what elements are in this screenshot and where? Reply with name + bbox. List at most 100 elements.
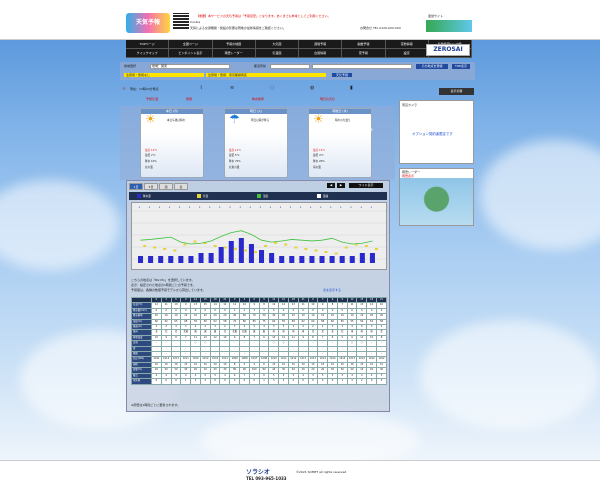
region-label: 地域選択 (124, 64, 137, 68)
nav-item-2-0[interactable]: クイックマップ (126, 49, 170, 58)
operator-label: 運営サイト (428, 14, 444, 18)
wind-icon: ≋ (230, 85, 235, 91)
nav-item-2-2[interactable]: 雨雲レーダー (212, 49, 256, 58)
forecast-card-high: 最高 13℃ (145, 149, 158, 152)
temp-mark (183, 243, 187, 246)
forecast-card-low: 最低 5℃ (229, 154, 240, 157)
note-2: 表示：指定された地点の1時間ごとの予報です。 (131, 283, 196, 287)
sponsor-banner[interactable]: ZEROSAI (426, 44, 470, 56)
table-cell: 0 (317, 378, 329, 385)
table-cell: 0 (209, 378, 221, 385)
footer-tel: TEL 093-965-1033 (246, 476, 287, 481)
operator-banner[interactable] (426, 20, 472, 32)
rain-bar (208, 253, 214, 263)
nav-item-2-1[interactable]: ピンポイント表示 (169, 49, 213, 58)
wind-arrow-icon: ↓ (340, 205, 343, 209)
humidity-icon: ◌ (270, 85, 275, 91)
forecast-chart-svg: ↓ ↓ ↓ ↓ ↓ ↓ ↓ ↓ ↓ ↓ ↓ ↓ ↓ ↓ ↓ ↓ ↓ ↓ ↓ ↓ ↓ ↓ ↓ ↓ (132, 205, 386, 263)
current-conditions: ☼ 現在：19時20分発表 ⌇ ≋ ◌ ◍ ▮ 予想気温 雨量 降水確率 明日の… (120, 82, 400, 104)
forecast-button[interactable]: 天気予報 (332, 73, 352, 77)
phone-note: お問合せ TEL 0120-XXX-XXX (360, 26, 401, 30)
rain-bar (329, 256, 335, 263)
city-select[interactable] (312, 64, 412, 69)
camera-title: 周辺カメラ (402, 103, 418, 107)
camera-panel: 周辺カメラ オプション契約者限定です (399, 100, 474, 164)
nav-item-1-3[interactable]: 大気図 (255, 40, 299, 49)
nav-item-1-0[interactable]: TOPページ (126, 40, 170, 49)
cookie-label: Cookie (190, 20, 201, 24)
qr-code-icon (173, 13, 189, 29)
forecast-card-high: 最高 12℃ (229, 149, 242, 152)
wide-view-button[interactable]: ワイド表示 (349, 183, 383, 188)
prev-button[interactable]: ◀ (327, 183, 335, 188)
nav-item-1-4[interactable]: 週間予報 (299, 40, 343, 49)
wind-arrow-icon: ↓ (168, 205, 171, 209)
wind-arrow-icon: ↓ (178, 205, 181, 209)
forecast-chart: ↓ ↓ ↓ ↓ ↓ ↓ ↓ ↓ ↓ ↓ ↓ ↓ ↓ ↓ ↓ ↓ ↓ ↓ ↓ ↓ ↓ ↓ ↓ ↓ (131, 202, 387, 270)
radar-map[interactable] (400, 178, 473, 225)
rain-bar (228, 241, 234, 263)
cloud-2 (480, 140, 600, 250)
table-cell: 0 (327, 378, 338, 385)
temp-gauge-icon: ⌇ (200, 85, 203, 91)
nav-item-2-3[interactable]: 気温図 (255, 49, 299, 58)
table-cell: 0 (307, 378, 319, 385)
wind-arrow-icon: ↓ (279, 205, 282, 209)
wind-arrow-icon: ↓ (209, 205, 212, 209)
forecast-card-rain: 降水 70% (229, 160, 241, 163)
table-cell: 0 (151, 378, 162, 385)
table-cell: 0 (229, 378, 241, 385)
important-notice: 【重要】本サービスの天気予報は「予報目安」となります。あくまでも参考としてご利用… (196, 14, 331, 18)
forecast-cards: 本日 (月) ☀ 本日午後は晴れ 最高 13℃ 最低 2℃ 降水 10% 北の風 明日 (火)… (120, 106, 395, 180)
prev-day-arrow-icon[interactable]: ‹ (143, 125, 146, 134)
nav-item-1-6[interactable]: 花粉情報 (385, 40, 429, 49)
table-cell: 3 (346, 378, 358, 385)
temp-mark (294, 246, 298, 249)
forecast-card-desc: 本日午後は晴れ (167, 119, 186, 122)
rain-bar (309, 256, 315, 263)
nav-item-2-4[interactable]: 台風情報 (299, 49, 343, 58)
forecast-card-rain: 降水 10% (145, 160, 157, 163)
tab-3[interactable]: 表 (174, 183, 188, 190)
next-day-arrow-icon[interactable]: › (370, 125, 373, 134)
nav-item-2-5[interactable]: 雷予報 (342, 49, 386, 58)
warn-prob: 降水確率 (252, 97, 265, 101)
rain-bar (158, 256, 164, 263)
temp-mark (153, 246, 157, 249)
warn-tomorrow: 明日の天気 (320, 97, 336, 101)
region-select[interactable]: 地域：関東 (150, 64, 230, 69)
pressure-icon: ◍ (310, 85, 315, 91)
rain-bar (138, 256, 144, 263)
wind-arrow-icon: ↓ (299, 205, 302, 209)
table-cell: 2 (356, 378, 368, 385)
current-icon: ☼ (122, 86, 126, 91)
toggle-view-button[interactable]: 表示切替 (439, 88, 474, 95)
wind-arrow-icon: ↓ (249, 205, 252, 209)
nav-item-1-1[interactable]: 全国ページ (169, 40, 213, 49)
nav-item-1-2[interactable]: 予報の地図 (212, 40, 256, 49)
wind-arrow-icon: ↓ (158, 205, 161, 209)
range-tabs: 1日 3日週表 (129, 183, 189, 190)
table-cell: 0 (297, 378, 309, 385)
wind-arrow-icon: ↓ (259, 205, 262, 209)
rain-gauge-icon: ▮ (350, 85, 353, 91)
tab-2[interactable]: 週 (159, 183, 173, 190)
cloud-1 (0, 180, 120, 270)
nav-item-2-6[interactable]: 設定 (385, 49, 429, 58)
wind-arrow-icon: ↓ (360, 205, 363, 209)
forecast-card-wind: 北の風 (145, 166, 153, 169)
wind-arrow-icon: ↓ (350, 205, 353, 209)
prefecture-select[interactable] (270, 64, 310, 69)
nav-item-1-5[interactable]: 指数予報 (342, 40, 386, 49)
tab-0[interactable]: 1日 (129, 183, 143, 190)
next-button[interactable]: ▶ (337, 183, 345, 188)
table-cell: 1 (336, 378, 348, 385)
wind-arrow-icon: ↓ (330, 205, 333, 209)
table-link[interactable]: 表を表示する (323, 288, 341, 292)
register-location-button[interactable]: その地点を登録 (416, 64, 448, 69)
tab-1[interactable]: 3日 (144, 183, 158, 190)
site-logo[interactable]: 天気予報 (126, 13, 170, 33)
table-cell: 0 (219, 378, 231, 385)
forecast-card-high: 最高 15℃ (313, 149, 326, 152)
top-display-button[interactable]: TOP表示 (452, 64, 470, 69)
